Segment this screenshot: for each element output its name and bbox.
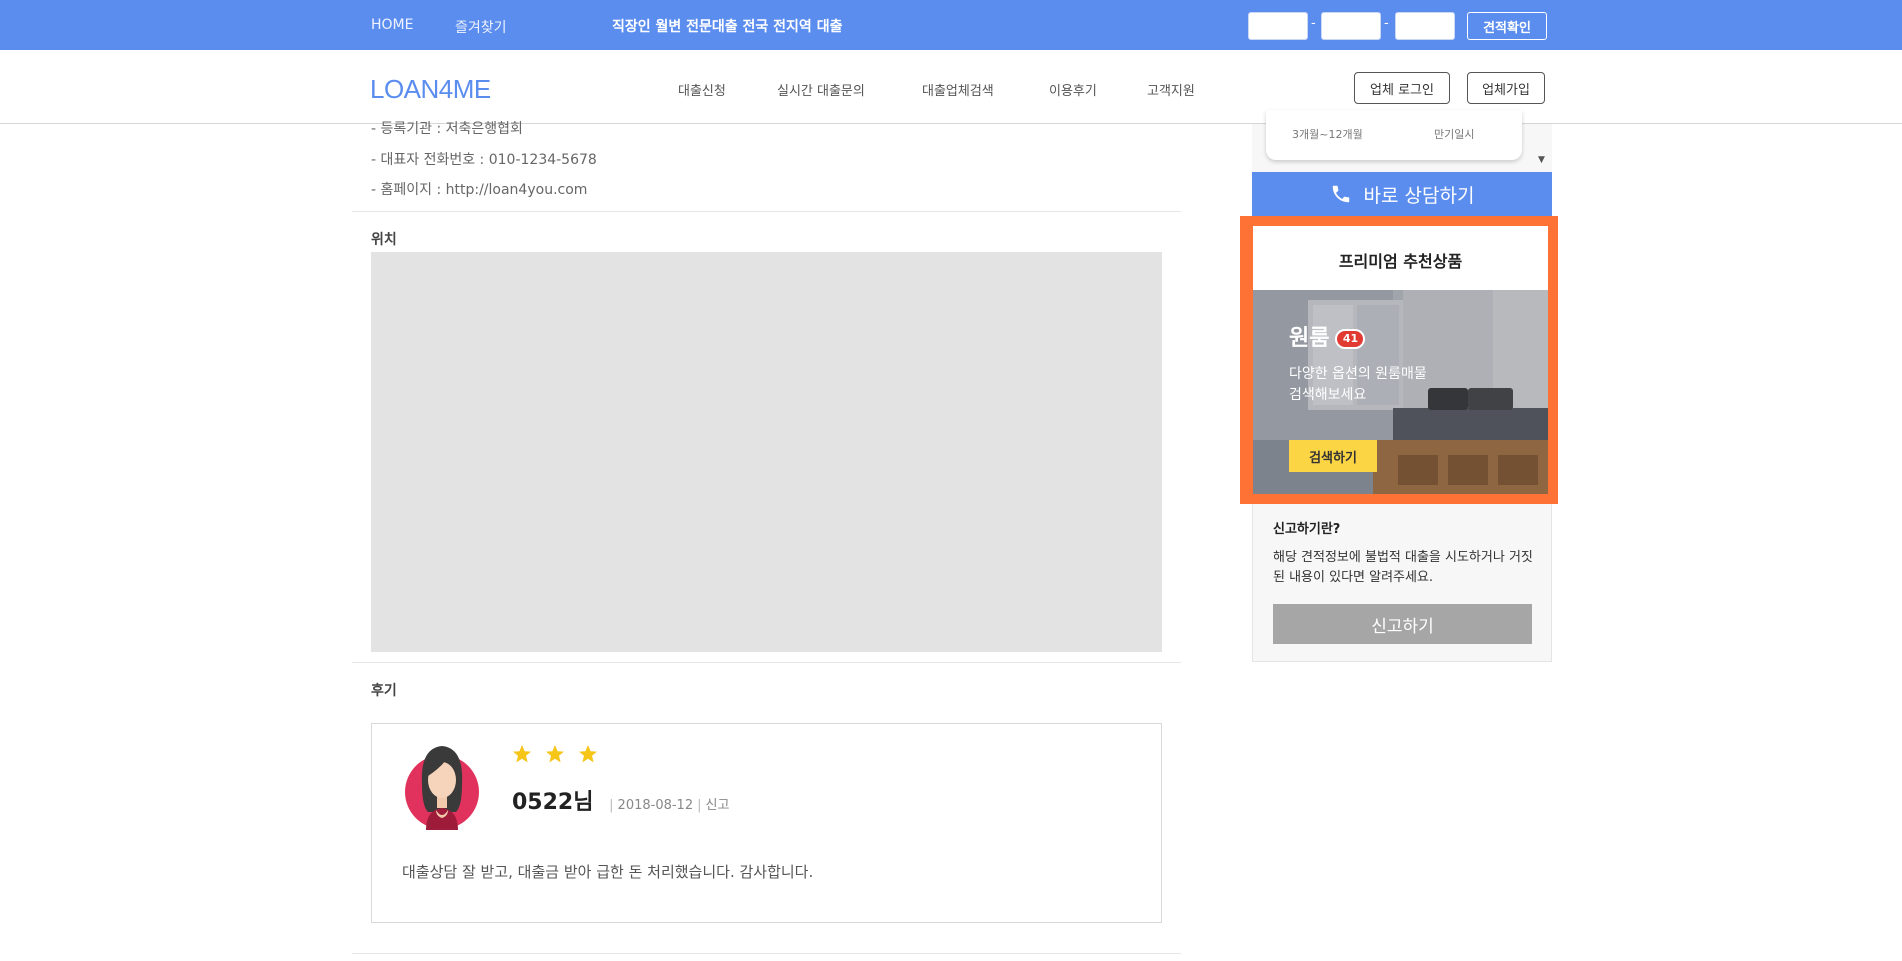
star-icon — [513, 745, 531, 763]
nav-home-link[interactable]: HOME — [371, 17, 413, 33]
location-title: 위치 — [371, 232, 397, 248]
star-icon — [579, 745, 598, 763]
room-description: 다양한 옵션의 원룸매물 검색해보세요 — [1289, 364, 1427, 406]
room-title-text: 원룸 — [1289, 326, 1330, 351]
room-title: 원룸 41 — [1289, 320, 1366, 352]
location-map[interactable] — [371, 252, 1162, 652]
info-homepage: - 홈페이지 : http://loan4you.com — [371, 182, 588, 198]
premium-product-box: 프리미엄 추천상품 원룸 41 다양한 옵션의 원룸매물 검색해보세요 검색하기 — [1240, 216, 1558, 504]
reviewer-name: 0522님 — [512, 790, 594, 815]
review-rating — [512, 744, 606, 768]
scroll-down-icon[interactable]: ▼ — [1538, 155, 1545, 165]
room-search-button[interactable]: 검색하기 — [1289, 440, 1377, 472]
reviewer-avatar-icon — [405, 746, 479, 830]
nav-favorites-link[interactable]: 즐겨찾기 — [455, 17, 507, 37]
menu-support[interactable]: 고객지원 — [1147, 80, 1195, 99]
menu-reviews[interactable]: 이용후기 — [1049, 80, 1097, 99]
premium-title: 프리미엄 추천상품 — [1338, 252, 1463, 271]
info-phone: - 대표자 전화번호 : 010-1234-5678 — [371, 152, 597, 168]
company-join-button[interactable]: 업체가입 — [1467, 72, 1545, 104]
reviewer-line: 0522님 | 2018-08-12 | 신고 — [512, 784, 729, 816]
promo-text: 직장인 월변 전문대출 전국 전지역 대출 — [612, 19, 843, 35]
review-card: 0522님 | 2018-08-12 | 신고 대출상담 잘 받고, 대출금 받아 급… — [371, 723, 1162, 923]
room-count-badge: 41 — [1335, 329, 1366, 349]
review-report-link[interactable]: 신고 — [706, 798, 730, 813]
room-desc-line: 검색해보세요 — [1289, 387, 1367, 403]
report-panel: 신고하기란? 해당 견적정보에 불법적 대출을 시도하거나 거짓된 내용이 있다… — [1252, 504, 1552, 662]
loan-repayment: 만기일시 — [1434, 128, 1475, 141]
premium-header: 프리미엄 추천상품 — [1253, 226, 1548, 290]
menu-company-search[interactable]: 대출업체검색 — [922, 80, 994, 99]
section-divider — [352, 662, 1181, 663]
direct-consult-button[interactable]: 바로 상담하기 — [1252, 172, 1552, 216]
report-button[interactable]: 신고하기 — [1273, 604, 1532, 644]
section-divider — [352, 953, 1181, 954]
star-icon — [546, 745, 565, 763]
phone-dash: - — [1384, 16, 1389, 31]
review-date: 2018-08-12 — [617, 798, 694, 813]
loan-period: 3개월~12개월 — [1292, 128, 1363, 141]
menu-loan-apply[interactable]: 대출신청 — [678, 80, 726, 99]
phone-field-3[interactable] — [1395, 12, 1455, 40]
review-meta: | 2018-08-12 | 신고 — [609, 798, 730, 813]
reviews-title: 후기 — [371, 683, 397, 699]
premium-banner[interactable]: 원룸 41 다양한 옵션의 원룸매물 검색해보세요 검색하기 — [1253, 290, 1548, 494]
phone-dash: - — [1311, 16, 1316, 31]
info-registration: - 등록기관 : 저축은행협회 — [371, 121, 523, 137]
room-desc-line: 다양한 옵션의 원룸매물 — [1289, 366, 1427, 382]
phone-icon — [1332, 185, 1349, 202]
menu-realtime-inquiry[interactable]: 실시간 대출문의 — [777, 80, 865, 99]
phone-field-2[interactable] — [1321, 12, 1381, 40]
review-text: 대출상담 잘 받고, 대출금 받아 급한 돈 처리했습니다. 감사합니다. — [402, 863, 814, 881]
phone-field-1[interactable] — [1248, 12, 1308, 40]
direct-consult-label: 바로 상담하기 — [1363, 184, 1475, 207]
company-login-button[interactable]: 업체 로그인 — [1354, 72, 1450, 104]
site-logo[interactable]: LOAN4ME — [370, 74, 491, 105]
section-divider — [352, 211, 1181, 212]
main-header: LOAN4ME 대출신청 실시간 대출문의 대출업체검색 이용후기 고객지원 업… — [0, 50, 1902, 124]
loan-summary-card: 3개월~12개월 만기일시 — [1266, 110, 1522, 160]
report-description: 해당 견적정보에 불법적 대출을 시도하거나 거짓된 내용이 있다면 알려주세요… — [1273, 550, 1533, 585]
estimate-check-button[interactable]: 견적확인 — [1467, 12, 1547, 40]
top-bar: HOME 즐겨찾기 직장인 월변 전문대출 전국 전지역 대출 - - 견적확인 — [0, 0, 1902, 50]
report-title: 신고하기란? — [1273, 522, 1341, 537]
